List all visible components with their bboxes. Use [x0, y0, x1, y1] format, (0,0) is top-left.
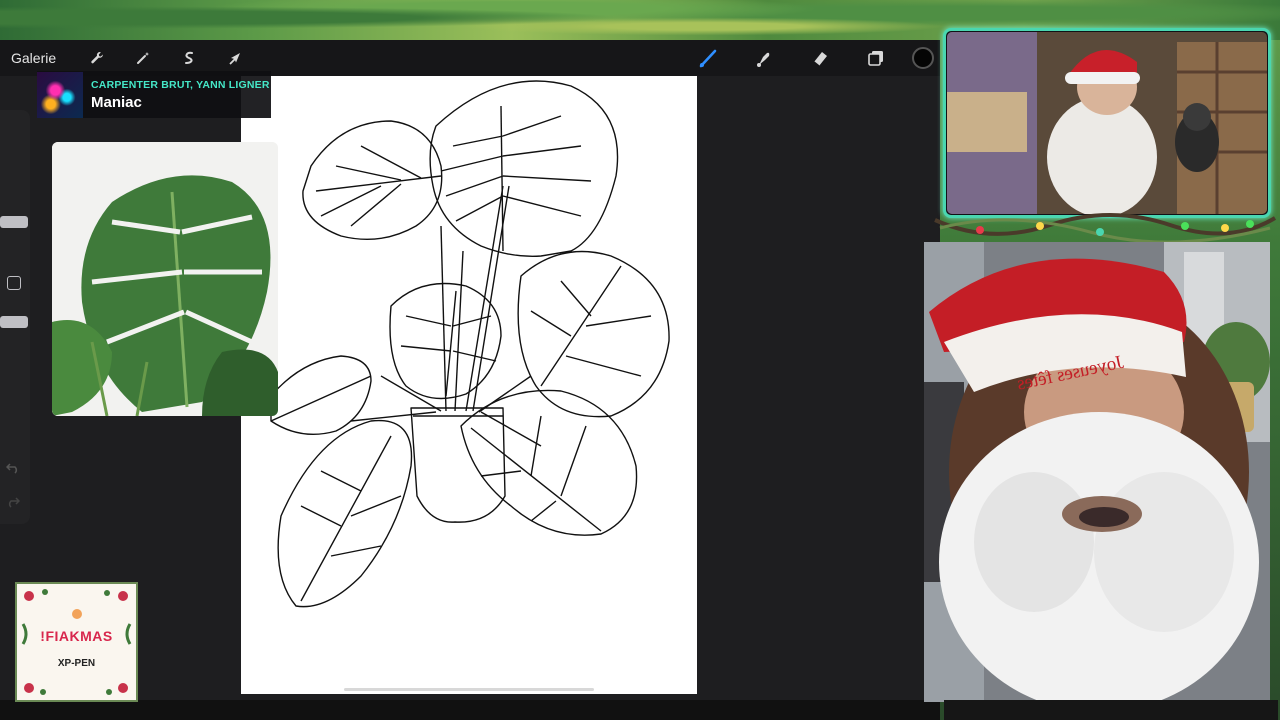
garland-decoration-icon: [934, 213, 1277, 244]
sponsor-logo: XP-PEN: [57, 658, 96, 669]
canvas-scroll-indicator: [344, 688, 594, 691]
badge-title: !FIAKMAS: [40, 628, 113, 644]
monstera-line-drawing: [270, 80, 670, 608]
undo-icon[interactable]: [5, 462, 20, 477]
track-artist: CARPENTER BRUT, YANN LIGNER: [91, 78, 270, 91]
eraser-icon[interactable]: [792, 40, 848, 76]
track-title: Maniac: [91, 93, 142, 111]
brush-opacity-slider[interactable]: [0, 316, 28, 328]
main-webcam: Joyeuses fêtes: [924, 242, 1270, 702]
now-playing-widget: CARPENTER BRUT, YANN LIGNER Maniac: [37, 71, 271, 118]
gallery-button[interactable]: Galerie: [11, 50, 56, 66]
redo-icon[interactable]: [6, 496, 21, 511]
brush-icon[interactable]: [680, 40, 736, 76]
modify-button[interactable]: [7, 276, 21, 290]
fiakmas-badge: !FIAKMAS XP-PEN: [15, 582, 138, 702]
smudge-icon[interactable]: [736, 40, 792, 76]
workspace-bottom: [0, 700, 940, 720]
layers-icon[interactable]: [848, 40, 904, 76]
color-picker-button[interactable]: [912, 47, 934, 69]
monstera-photo: [52, 142, 278, 416]
procreate-sidebar: [0, 110, 30, 524]
brush-size-slider[interactable]: [0, 216, 28, 228]
main-webcam-bottom: [944, 700, 1278, 720]
secondary-webcam: [947, 32, 1267, 214]
album-cover: [37, 71, 83, 118]
drawing-canvas[interactable]: [241, 76, 697, 694]
reference-photo[interactable]: [52, 142, 278, 416]
